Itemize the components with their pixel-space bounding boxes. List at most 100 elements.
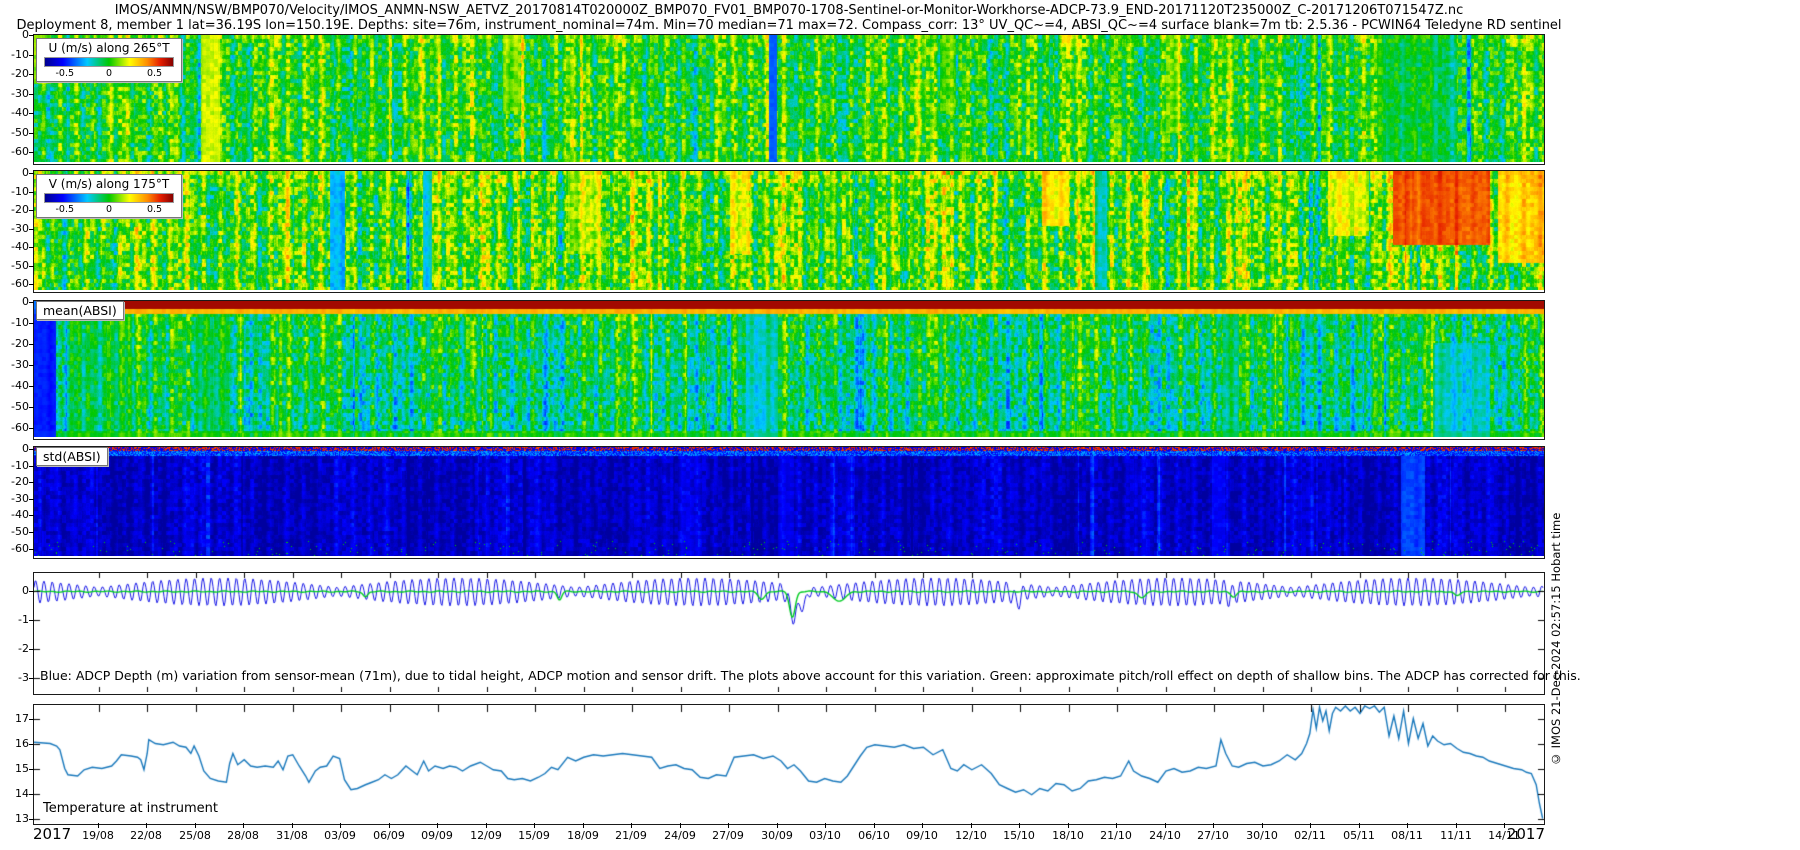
std-absi-heatmap bbox=[34, 447, 1544, 556]
x-tick-label: 27/09 bbox=[712, 829, 744, 842]
x-tick-label: 12/09 bbox=[470, 829, 502, 842]
y-tick-mark bbox=[29, 132, 34, 134]
x-tick-mark bbox=[680, 823, 681, 828]
y-tick-mark bbox=[29, 819, 34, 820]
x-tick-label: 25/08 bbox=[179, 829, 211, 842]
y-tick-label: -40 bbox=[11, 508, 29, 522]
y-tick-mark bbox=[29, 173, 34, 174]
x-tick-label: 19/08 bbox=[82, 829, 114, 842]
v-colorbar-legend: V (m/s) along 175°T -0.5 0 0.5 bbox=[36, 174, 182, 218]
x-tick-label: 21/09 bbox=[615, 829, 647, 842]
y-tick-label: 0 bbox=[22, 166, 29, 179]
y-tick-label: 0 bbox=[22, 28, 29, 41]
x-tick-mark bbox=[389, 823, 390, 828]
x-tick-mark bbox=[874, 823, 875, 828]
x-tick-mark bbox=[1213, 823, 1214, 828]
x-tick-label: 30/10 bbox=[1246, 829, 1278, 842]
y-tick-mark bbox=[29, 247, 34, 248]
u-cb-tick-neg: -0.5 bbox=[55, 68, 75, 79]
panel-u-velocity bbox=[33, 34, 1545, 165]
y-tick-mark bbox=[29, 365, 34, 366]
y-tick-mark bbox=[29, 620, 34, 621]
x-tick-label: 30/09 bbox=[761, 829, 793, 842]
y-tick-label: 14 bbox=[15, 787, 29, 800]
y-tick-mark bbox=[29, 532, 34, 533]
x-tick-label: 08/11 bbox=[1391, 829, 1423, 842]
y-tick-label: -30 bbox=[11, 86, 29, 100]
figure-title-line2: Deployment 8, member 1 lat=36.19S lon=15… bbox=[16, 18, 1562, 33]
y-tick-label: -40 bbox=[11, 240, 29, 253]
temperature-plot bbox=[34, 705, 1544, 822]
y-tick-label: -50 bbox=[11, 125, 29, 139]
u-cb-tick-zero: 0 bbox=[105, 68, 113, 79]
mean-absi-label: mean(ABSI) bbox=[36, 301, 124, 320]
x-tick-label: 24/10 bbox=[1149, 829, 1181, 842]
y-tick-mark bbox=[29, 93, 34, 95]
y-tick-mark bbox=[29, 428, 34, 429]
x-tick-mark bbox=[1504, 823, 1505, 828]
x-tick-mark bbox=[486, 823, 487, 828]
y-tick-label: 0 bbox=[22, 584, 29, 597]
x-tick-mark bbox=[1456, 823, 1457, 828]
x-tick-label: 11/11 bbox=[1440, 829, 1472, 842]
y-tick-label: -60 bbox=[11, 421, 29, 434]
y-tick-label: -50 bbox=[11, 400, 29, 413]
y-tick-label: -10 bbox=[11, 47, 29, 61]
y-tick-label: -20 bbox=[11, 67, 29, 80]
y-tick-label: -20 bbox=[11, 203, 29, 216]
x-tick-mark bbox=[243, 823, 244, 828]
y-tick-mark bbox=[29, 386, 34, 387]
x-tick-mark bbox=[971, 823, 972, 828]
v-colorbar-ticks: -0.5 0 0.5 bbox=[42, 203, 176, 215]
y-tick-label: -10 bbox=[11, 458, 29, 472]
x-tick-mark bbox=[340, 823, 341, 828]
v-cb-tick-pos: 0.5 bbox=[146, 204, 163, 215]
x-tick-mark bbox=[1359, 823, 1360, 828]
y-tick-mark bbox=[29, 465, 34, 467]
x-tick-mark bbox=[1310, 823, 1311, 828]
y-tick-label: -50 bbox=[11, 525, 29, 538]
y-tick-label: -40 bbox=[11, 106, 29, 119]
u-colorbar bbox=[44, 57, 174, 67]
y-tick-label: -60 bbox=[11, 541, 29, 555]
x-tick-mark bbox=[1262, 823, 1263, 828]
y-tick-mark bbox=[29, 74, 34, 75]
x-tick-mark bbox=[1068, 823, 1069, 828]
y-tick-mark bbox=[29, 265, 34, 267]
y-tick-mark bbox=[29, 498, 34, 500]
mean-absi-heatmap bbox=[34, 301, 1544, 437]
x-tick-mark bbox=[825, 823, 826, 828]
x-tick-mark bbox=[534, 823, 535, 828]
x-tick-mark bbox=[1407, 823, 1408, 828]
v-cb-tick-zero: 0 bbox=[105, 204, 113, 215]
figure-title-line1: IMOS/ANMN/NSW/BMP070/Velocity/IMOS_ANMN-… bbox=[114, 3, 1464, 18]
x-tick-label: 22/08 bbox=[130, 829, 162, 842]
x-tick-label: 21/10 bbox=[1100, 829, 1132, 842]
x-tick-mark bbox=[1165, 823, 1166, 828]
x-tick-label: 14/11 bbox=[1488, 829, 1520, 842]
x-tick-mark bbox=[98, 823, 99, 828]
y-tick-mark bbox=[29, 35, 34, 36]
y-tick-label: -10 bbox=[11, 184, 29, 198]
u-heatmap bbox=[34, 35, 1544, 162]
y-tick-label: -50 bbox=[11, 258, 29, 272]
y-tick-mark bbox=[29, 302, 34, 303]
x-tick-label: 06/10 bbox=[858, 829, 890, 842]
x-tick-label: 24/09 bbox=[664, 829, 696, 842]
v-colorbar bbox=[44, 193, 174, 203]
y-tick-label: 15 bbox=[15, 762, 29, 775]
y-tick-mark bbox=[29, 191, 34, 193]
x-tick-label: 03/10 bbox=[809, 829, 841, 842]
x-tick-label: 02/11 bbox=[1294, 829, 1326, 842]
v-legend-title: V (m/s) along 175°T bbox=[48, 177, 170, 191]
y-tick-mark bbox=[29, 54, 34, 56]
y-tick-mark bbox=[29, 407, 34, 408]
panel-mean-absi bbox=[33, 300, 1545, 440]
x-tick-label: 12/10 bbox=[955, 829, 987, 842]
u-colorbar-ticks: -0.5 0 0.5 bbox=[42, 67, 176, 79]
x-tick-mark bbox=[631, 823, 632, 828]
panel-v-velocity bbox=[33, 170, 1545, 293]
y-tick-mark bbox=[29, 284, 34, 285]
y-tick-mark bbox=[29, 344, 34, 345]
figure-root: IMOS/ANMN/NSW/BMP070/Velocity/IMOS_ANMN-… bbox=[0, 0, 1800, 850]
